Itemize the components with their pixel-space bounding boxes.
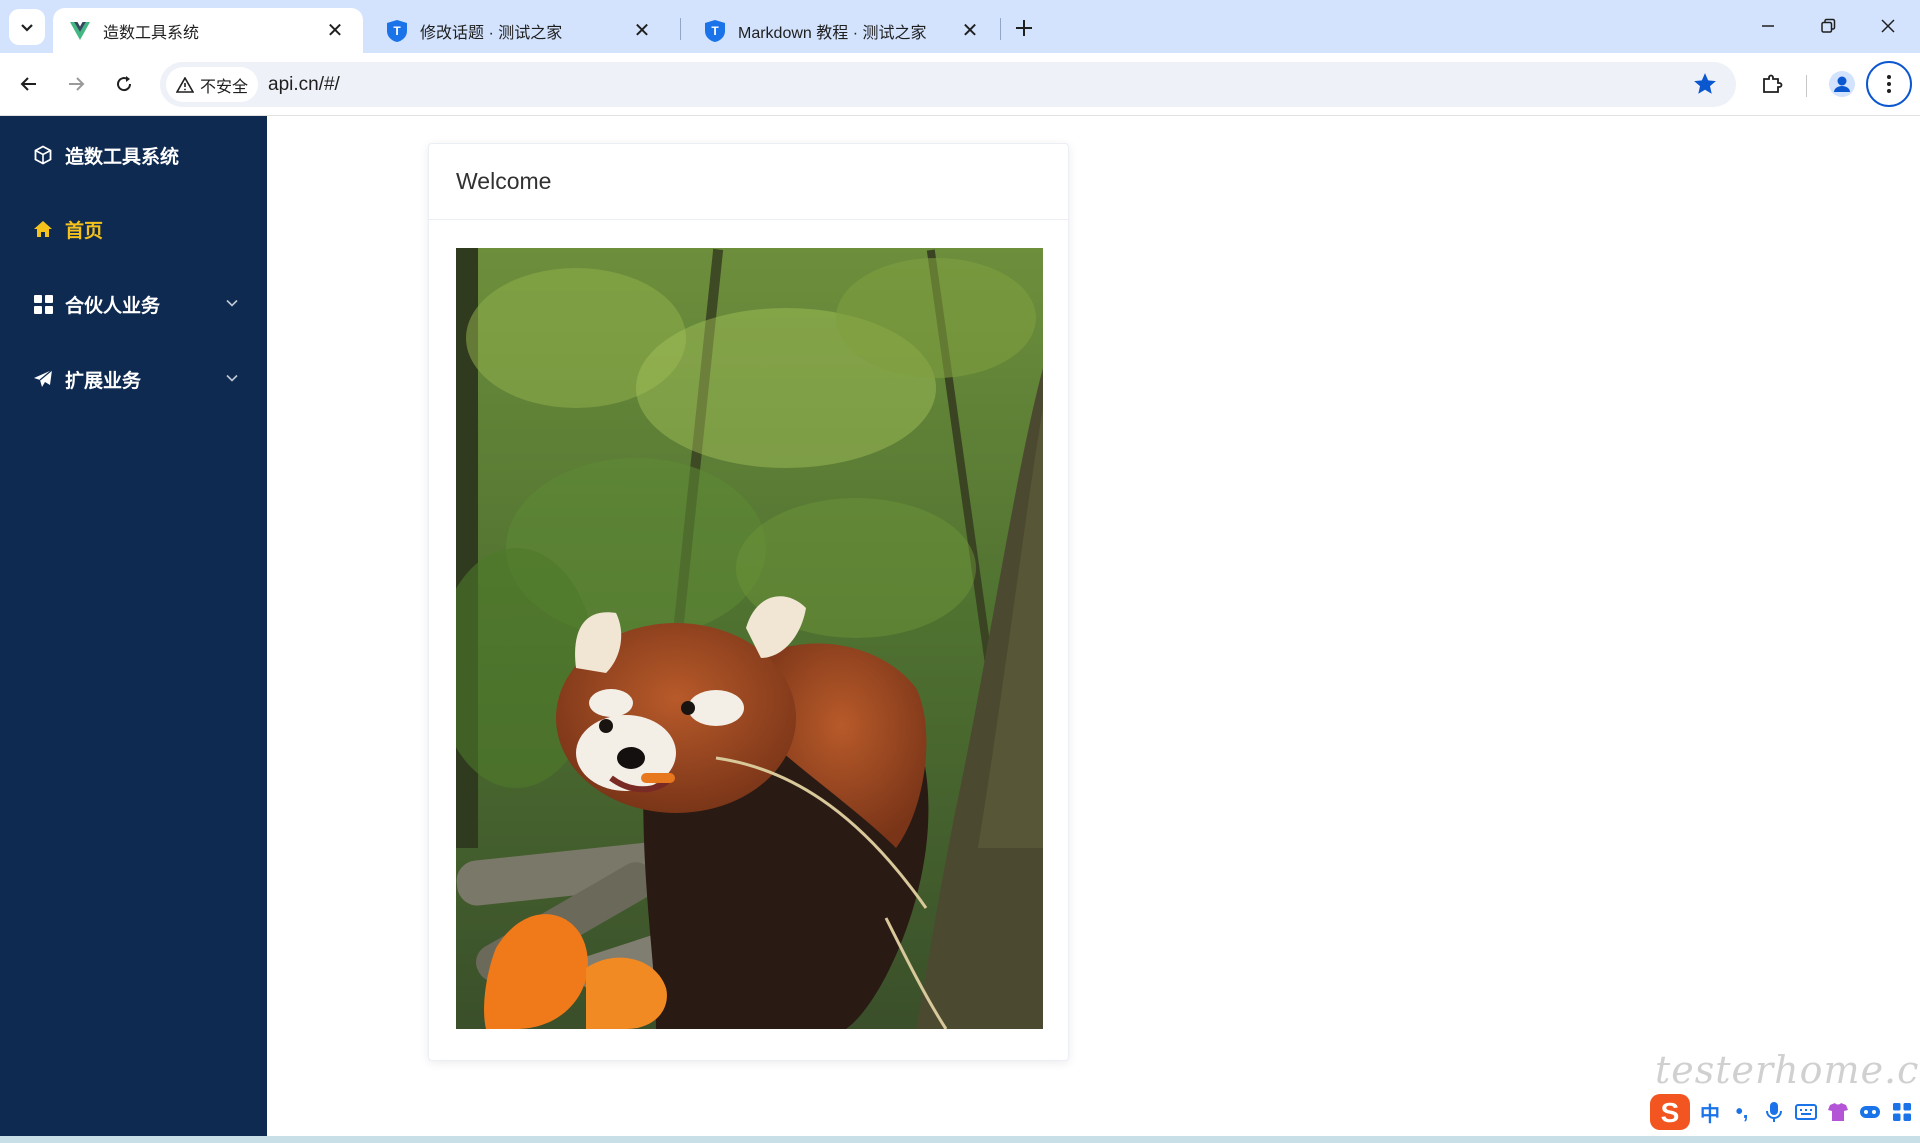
home-icon xyxy=(33,219,53,239)
welcome-card: Welcome xyxy=(428,143,1069,1061)
tab-divider xyxy=(680,18,681,40)
red-panda-photo xyxy=(456,248,1043,1029)
extensions-button[interactable] xyxy=(1754,66,1790,102)
tab-modify-topic[interactable]: T 修改话题 · 测试之家 ✕ xyxy=(370,8,670,53)
svg-text:S: S xyxy=(1661,1097,1680,1128)
minimize-icon xyxy=(1762,25,1774,27)
chevron-down-icon xyxy=(21,24,33,32)
chevron-down-icon xyxy=(226,374,238,382)
warning-icon xyxy=(176,76,194,93)
avatar-icon xyxy=(1829,71,1855,97)
close-icon[interactable]: ✕ xyxy=(630,19,654,43)
new-tab-button[interactable] xyxy=(1008,12,1040,44)
skin-icon[interactable] xyxy=(1824,1098,1852,1126)
tab-title: 修改话题 · 测试之家 xyxy=(420,24,563,42)
svg-text:T: T xyxy=(711,24,719,38)
security-label: 不安全 xyxy=(200,78,249,96)
url-text[interactable]: api.cn/#/ xyxy=(268,62,340,107)
forward-button[interactable] xyxy=(58,66,94,102)
cube-icon xyxy=(34,145,52,165)
bookmark-star-icon[interactable] xyxy=(1692,71,1718,97)
keyboard-icon[interactable] xyxy=(1792,1098,1820,1126)
puzzle-icon xyxy=(1763,74,1783,93)
reload-icon xyxy=(117,76,132,92)
sidebar-item-extension[interactable]: 扩展业务 xyxy=(0,349,267,409)
more-vertical-icon xyxy=(1887,75,1891,93)
tab-strip: 造数工具系统 ✕ T 修改话题 · 测试之家 ✕ T Markdown 教程 ·… xyxy=(0,0,1920,53)
svg-text:T: T xyxy=(393,24,401,38)
tab-zaoshu[interactable]: 造数工具系统 ✕ xyxy=(53,8,363,53)
sidebar-item-label: 扩展业务 xyxy=(65,370,142,392)
sogou-ime-logo-icon: S xyxy=(1650,1094,1690,1130)
sidebar-item-partner[interactable]: 合伙人业务 xyxy=(0,274,267,334)
card-title: Welcome xyxy=(429,144,1068,220)
ime-toolbar[interactable]: S 中 •, xyxy=(1648,1088,1916,1136)
close-icon xyxy=(1881,19,1895,33)
gamepad-icon[interactable] xyxy=(1856,1098,1884,1126)
tab-search-button[interactable] xyxy=(9,9,45,45)
ime-chinese-mode[interactable]: 中 xyxy=(1696,1098,1724,1126)
minimize-button[interactable] xyxy=(1740,8,1796,44)
vue-icon xyxy=(69,20,91,42)
security-indicator[interactable]: 不安全 xyxy=(166,67,259,102)
bottom-edge xyxy=(0,1136,1920,1143)
tab-title: 造数工具系统 xyxy=(103,24,200,42)
close-icon[interactable]: ✕ xyxy=(323,19,347,43)
sidebar-brand: 造数工具系统 xyxy=(33,140,179,170)
restore-icon xyxy=(1821,18,1836,33)
restore-button[interactable] xyxy=(1800,8,1856,44)
paper-plane-icon xyxy=(33,369,53,389)
arrow-left-icon xyxy=(20,77,36,91)
chevron-down-icon xyxy=(226,299,238,307)
tab-title: Markdown 教程 · 测试之家 xyxy=(738,24,927,42)
back-button[interactable] xyxy=(11,66,47,102)
browser-menu-button[interactable] xyxy=(1866,61,1912,107)
punctuation-icon[interactable]: •, xyxy=(1728,1098,1756,1126)
toolbar-divider xyxy=(1806,75,1807,97)
main-content: Welcome xyxy=(267,116,1920,1136)
sidebar-item-label: 首页 xyxy=(65,220,104,242)
arrow-right-icon xyxy=(69,77,85,91)
address-bar[interactable]: 不安全 api.cn/#/ xyxy=(160,62,1736,107)
plus-icon xyxy=(1016,20,1032,36)
close-icon[interactable]: ✕ xyxy=(958,19,982,43)
toolbox-grid-icon[interactable] xyxy=(1888,1098,1916,1126)
testerhome-shield-icon: T xyxy=(704,19,726,42)
grid-icon xyxy=(33,294,53,314)
tab-markdown[interactable]: T Markdown 教程 · 测试之家 ✕ xyxy=(688,8,998,53)
testerhome-shield-icon: T xyxy=(386,19,408,42)
profile-button[interactable] xyxy=(1824,66,1860,102)
watermark: testerhome.com xyxy=(1655,1048,1920,1092)
brand-title: 造数工具系统 xyxy=(65,146,180,168)
sidebar-item-label: 合伙人业务 xyxy=(65,295,161,317)
reload-button[interactable] xyxy=(106,66,142,102)
microphone-icon[interactable] xyxy=(1760,1098,1788,1126)
browser-toolbar: 不安全 api.cn/#/ xyxy=(0,53,1920,116)
sidebar: 造数工具系统 首页 合伙人业务 扩展业务 xyxy=(0,116,267,1136)
tab-divider xyxy=(1000,18,1001,40)
sidebar-item-home[interactable]: 首页 xyxy=(0,199,267,259)
close-window-button[interactable] xyxy=(1860,8,1916,44)
